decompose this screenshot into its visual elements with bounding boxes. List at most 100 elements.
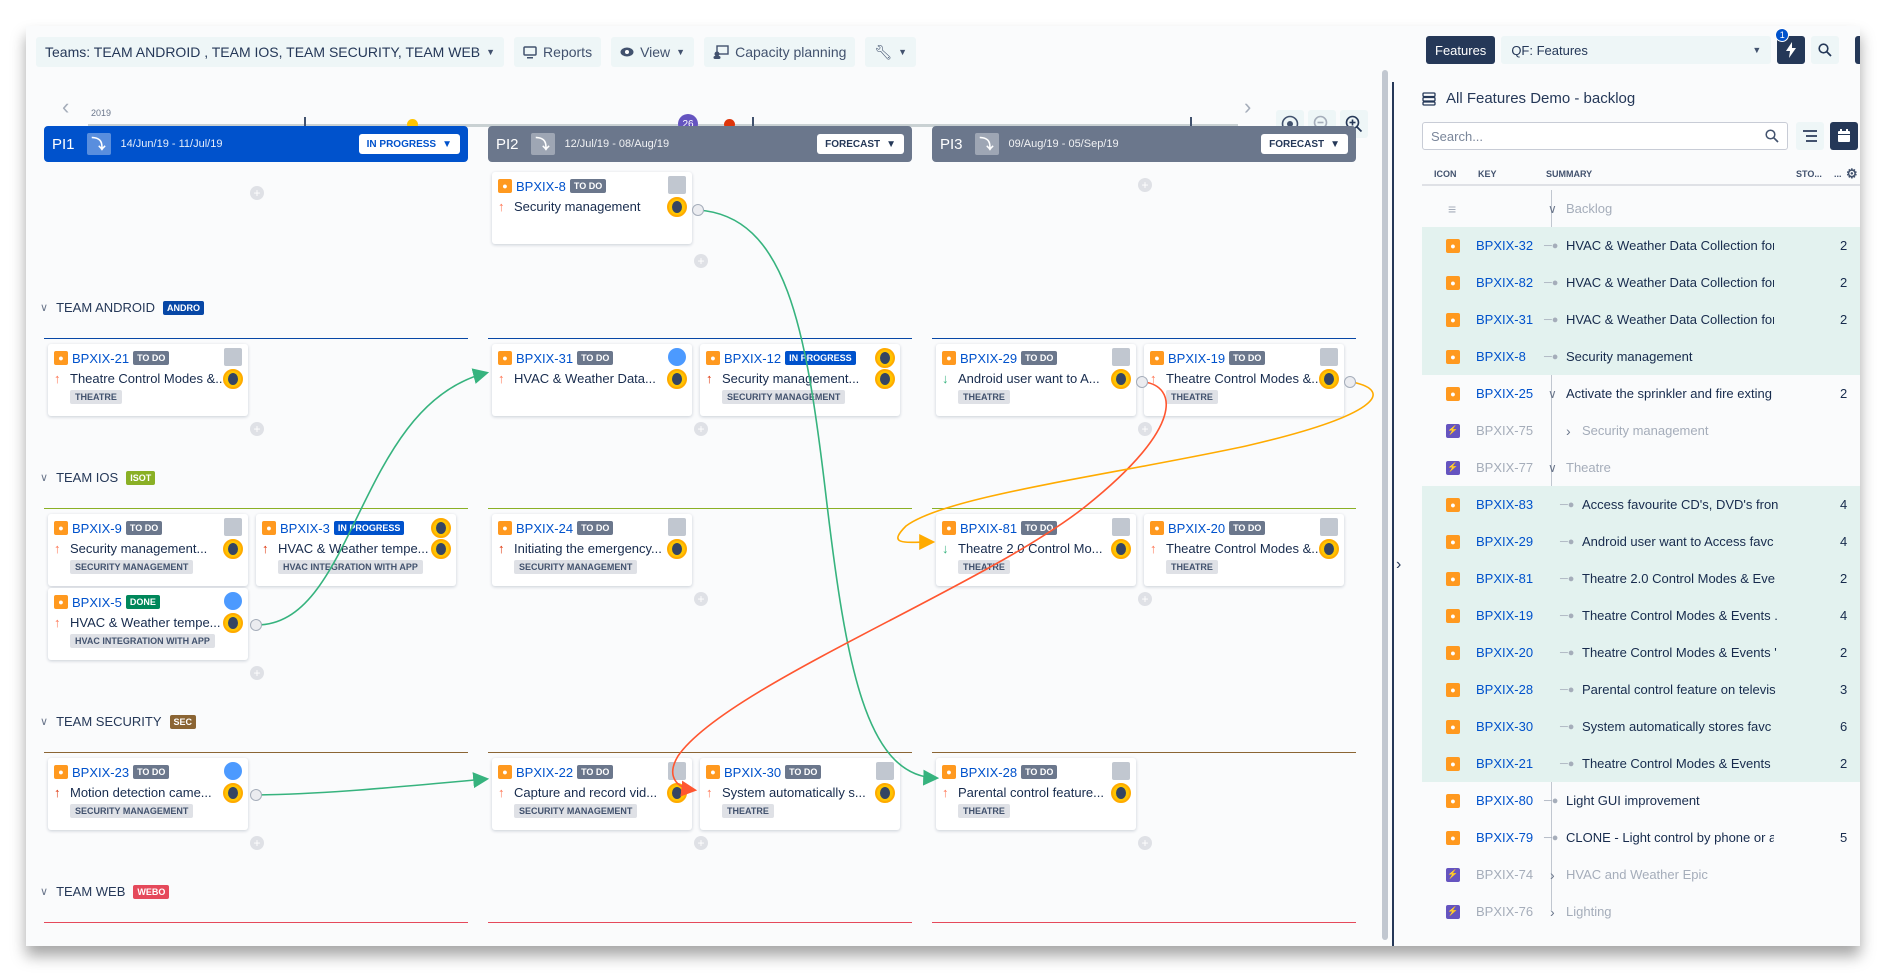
assignee-avatar[interactable]: [431, 518, 451, 538]
backlog-search-input[interactable]: [1431, 128, 1765, 144]
assignee-avatar[interactable]: [667, 369, 687, 389]
add-card-button[interactable]: +: [694, 836, 708, 850]
chevron-right-icon[interactable]: ›: [1396, 556, 1401, 574]
chevron-down-icon[interactable]: ∨: [1548, 202, 1557, 216]
backlog-row[interactable]: ● BPXIX-8 ─● Security management: [1422, 338, 1860, 375]
column-icon[interactable]: ICON: [1434, 169, 1457, 179]
issue-card[interactable]: ● BPXIX-22 TO DO ↑ Capture and record vi…: [492, 758, 692, 830]
issue-key[interactable]: BPXIX-31: [516, 351, 573, 366]
actions-button[interactable]: 1: [1775, 28, 1806, 64]
backlog-issue-key[interactable]: BPXIX-32: [1476, 238, 1533, 253]
backlog-issue-key[interactable]: BPXIX-8: [1476, 349, 1526, 364]
issue-card[interactable]: ● BPXIX-12 IN PROGRESS ↑ Security manage…: [700, 344, 900, 416]
issue-key[interactable]: BPXIX-9: [72, 521, 122, 536]
backlog-row[interactable]: ● BPXIX-21 ─● Theatre Control Modes & Ev…: [1422, 745, 1860, 782]
team-header-ios[interactable]: ∨ TEAM IOS ISOT: [40, 470, 156, 485]
assignee-avatar[interactable]: [223, 613, 243, 633]
reporter-avatar[interactable]: [876, 762, 894, 780]
backlog-issue-key[interactable]: BPXIX-21: [1476, 756, 1533, 771]
assignee-avatar[interactable]: [875, 369, 895, 389]
assignee-avatar[interactable]: [875, 348, 895, 368]
add-card-button[interactable]: +: [250, 422, 264, 436]
assignee-avatar[interactable]: [667, 783, 687, 803]
backlog-row[interactable]: ⚡ BPXIX-77 ∨ Theatre: [1422, 449, 1860, 486]
backlog-issue-key[interactable]: BPXIX-75: [1476, 423, 1533, 438]
dependency-handle[interactable]: [250, 619, 262, 631]
assignee-avatar[interactable]: [223, 783, 243, 803]
team-header-android[interactable]: ∨ TEAM ANDROID ANDRO: [40, 300, 205, 315]
backlog-issue-key[interactable]: BPXIX-30: [1476, 719, 1533, 734]
backlog-row[interactable]: ● BPXIX-20 ─● Theatre Control Modes & Ev…: [1422, 634, 1860, 671]
issue-card[interactable]: ● BPXIX-21 TO DO ↑ Theatre Control Modes…: [48, 344, 248, 416]
assignee-avatar[interactable]: [1319, 369, 1339, 389]
collapse-icon[interactable]: ⤵: [530, 133, 555, 155]
backlog-row[interactable]: ● BPXIX-82 ─● HVAC & Weather Data Collec…: [1422, 264, 1860, 301]
reporter-avatar[interactable]: [224, 518, 242, 536]
issue-key[interactable]: BPXIX-24: [516, 521, 573, 536]
assignee-avatar[interactable]: [1111, 369, 1131, 389]
chevron-down-icon[interactable]: ∨: [40, 471, 48, 484]
issue-key[interactable]: BPXIX-20: [1168, 521, 1225, 536]
add-card-button[interactable]: +: [250, 666, 264, 680]
assignee-avatar[interactable]: [875, 783, 895, 803]
issue-key[interactable]: BPXIX-12: [724, 351, 781, 366]
backlog-issue-key[interactable]: BPXIX-25: [1476, 386, 1533, 401]
board-scrollbar[interactable]: [1382, 70, 1388, 940]
backlog-row[interactable]: ● BPXIX-83 ─● Access favourite CD's, DVD…: [1422, 486, 1860, 523]
assignee-avatar[interactable]: [1111, 539, 1131, 559]
panel-divider[interactable]: [1392, 82, 1394, 946]
chevron-right-icon[interactable]: ›: [1566, 423, 1571, 439]
issue-key[interactable]: BPXIX-81: [960, 521, 1017, 536]
backlog-row[interactable]: ● BPXIX-29 ─● Android user want to Acces…: [1422, 523, 1860, 560]
backlog-issue-key[interactable]: BPXIX-79: [1476, 830, 1533, 845]
column-more[interactable]: ...: [1834, 169, 1842, 179]
reporter-avatar[interactable]: [668, 762, 686, 780]
dependency-handle[interactable]: [1344, 376, 1356, 388]
issue-card[interactable]: ● BPXIX-29 TO DO ↓ Android user want to …: [936, 344, 1136, 416]
issue-key[interactable]: BPXIX-3: [280, 521, 330, 536]
reporter-avatar[interactable]: [668, 176, 686, 194]
reporter-avatar[interactable]: [224, 592, 242, 610]
collapse-icon[interactable]: ⤵: [86, 133, 111, 155]
gear-icon[interactable]: ⚙: [1846, 166, 1858, 182]
backlog-issue-key[interactable]: BPXIX-81: [1476, 571, 1533, 586]
backlog-issue-key[interactable]: BPXIX-83: [1476, 497, 1533, 512]
backlog-row[interactable]: ● BPXIX-32 ─● HVAC & Weather Data Collec…: [1422, 227, 1860, 264]
backlog-issue-key[interactable]: BPXIX-19: [1476, 608, 1533, 623]
backlog-row[interactable]: ● BPXIX-31 ─● HVAC & Weather Data Collec…: [1422, 301, 1860, 338]
add-card-button[interactable]: +: [250, 836, 264, 850]
column-key[interactable]: KEY: [1478, 169, 1497, 179]
backlog-row[interactable]: ● BPXIX-25 ∨ Activate the sprinkler and …: [1422, 375, 1860, 412]
dependency-handle[interactable]: [250, 789, 262, 801]
assignee-avatar[interactable]: [223, 369, 243, 389]
timeline-next-arrow[interactable]: ›: [1244, 94, 1251, 120]
issue-key[interactable]: BPXIX-5: [72, 595, 122, 610]
team-header-web[interactable]: ∨ TEAM WEB WEBO: [40, 884, 170, 899]
assignee-avatar[interactable]: [667, 539, 687, 559]
backlog-row[interactable]: ● BPXIX-19 ─● Theatre Control Modes & Ev…: [1422, 597, 1860, 634]
backlog-issue-key[interactable]: BPXIX-74: [1476, 867, 1533, 882]
search-button[interactable]: [1811, 36, 1840, 64]
issue-card[interactable]: ● BPXIX-19 TO DO ↑ Theatre Control Modes…: [1144, 344, 1344, 416]
features-button[interactable]: Features: [1426, 36, 1496, 64]
team-header-security[interactable]: ∨ TEAM SECURITY SEC: [40, 714, 197, 729]
backlog-group-row[interactable]: ≡ ∨ Backlog: [1422, 190, 1860, 227]
backlog-issue-key[interactable]: BPXIX-29: [1476, 534, 1533, 549]
tools-dropdown[interactable]: 🔧︎ ▼: [865, 37, 917, 67]
column-story-points[interactable]: STO...: [1796, 169, 1822, 179]
backlog-issue-key[interactable]: BPXIX-76: [1476, 904, 1533, 919]
issue-card[interactable]: ● BPXIX-5 DONE ↑ HVAC & Weather tempe...…: [48, 588, 248, 660]
assignee-avatar[interactable]: [667, 197, 687, 217]
chevron-down-icon[interactable]: ∨: [1548, 387, 1557, 401]
backlog-row[interactable]: ⚡ BPXIX-75 › Security management: [1422, 412, 1860, 449]
backlog-row[interactable]: ● BPXIX-79 ─● CLONE - Light control by p…: [1422, 819, 1860, 856]
issue-card[interactable]: ● BPXIX-30 TO DO ↑ System automatically …: [700, 758, 900, 830]
teams-dropdown[interactable]: Teams: TEAM ANDROID , TEAM IOS, TEAM SEC…: [36, 37, 505, 67]
reporter-avatar[interactable]: [224, 348, 242, 366]
add-card-button[interactable]: +: [1138, 178, 1152, 192]
chevron-right-icon[interactable]: ›: [1550, 904, 1555, 920]
backlog-row[interactable]: ⚡ BPXIX-74 › HVAC and Weather Epic: [1422, 856, 1860, 893]
backlog-row[interactable]: ⚡ BPXIX-76 › Lighting: [1422, 893, 1860, 930]
collapse-panel-button[interactable]: [1855, 36, 1860, 64]
issue-card[interactable]: ● BPXIX-24 TO DO ↑ Initiating the emerge…: [492, 514, 692, 586]
